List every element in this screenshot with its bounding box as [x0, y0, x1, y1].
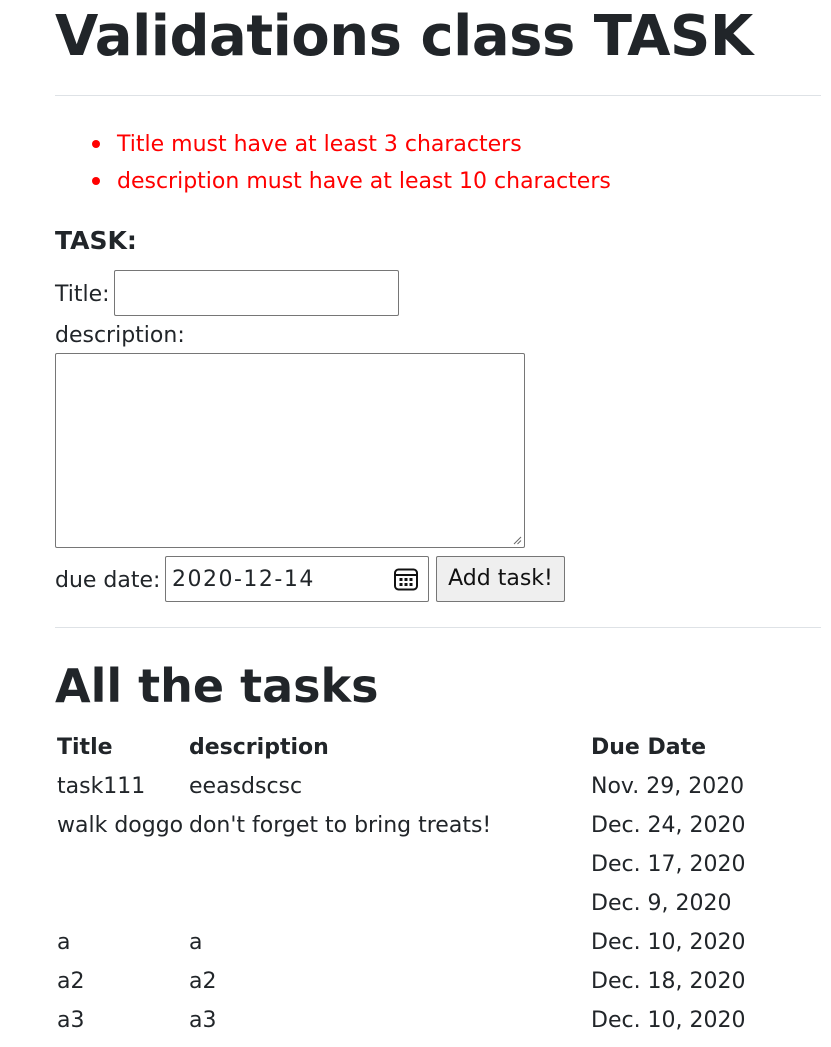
resize-grip-icon[interactable]: [512, 535, 522, 545]
error-list: Title must have at least 3 characters de…: [88, 126, 611, 200]
task-description: a2: [189, 969, 217, 994]
description-textarea[interactable]: [55, 353, 525, 548]
form-heading: TASK:: [55, 226, 137, 255]
tasks-table: Title description Due Date task111 eeasd…: [55, 728, 821, 1040]
task-description: a3: [189, 1008, 217, 1033]
task-due-date: Dec. 9, 2020: [591, 891, 732, 916]
table-row: Dec. 9, 2020: [55, 884, 821, 923]
task-description: don't forget to bring treats!: [189, 813, 492, 838]
due-date-input[interactable]: 2020-12-14: [165, 556, 429, 602]
task-title: walk doggo: [57, 813, 184, 838]
table-row: Dec. 17, 2020: [55, 845, 821, 884]
task-title: a2: [57, 969, 85, 994]
task-due-date: Dec. 10, 2020: [591, 930, 746, 955]
task-title: task111: [57, 774, 146, 799]
task-due-date: Nov. 29, 2020: [591, 774, 745, 799]
description-label: description:: [55, 323, 185, 348]
task-due-date: Dec. 10, 2020: [591, 1008, 746, 1033]
add-task-button[interactable]: Add task!: [436, 556, 565, 602]
table-row: task111 eeasdscsc Nov. 29, 2020: [55, 767, 821, 806]
title-label: Title:: [55, 282, 110, 307]
task-description: a: [189, 930, 203, 955]
column-header-description: description: [189, 735, 329, 760]
column-header-title: Title: [57, 735, 113, 760]
task-due-date: Dec. 17, 2020: [591, 852, 746, 877]
divider-top: [55, 95, 821, 96]
divider-middle: [55, 627, 821, 628]
tasks-heading: All the tasks: [55, 659, 379, 713]
task-due-date: Dec. 18, 2020: [591, 969, 746, 994]
error-item: Title must have at least 3 characters: [88, 126, 611, 163]
page-title: Validations class TASK: [55, 4, 753, 69]
task-title: a3: [57, 1008, 85, 1033]
due-date-label: due date:: [55, 568, 161, 593]
task-description: eeasdscsc: [189, 774, 303, 799]
task-due-date: Dec. 24, 2020: [591, 813, 746, 838]
table-row: a3 a3 Dec. 10, 2020: [55, 1001, 821, 1040]
calendar-icon[interactable]: [393, 566, 419, 592]
table-row: a a Dec. 10, 2020: [55, 923, 821, 962]
error-item: description must have at least 10 charac…: [88, 163, 611, 200]
due-date-value: 2020-12-14: [172, 567, 315, 592]
task-title: a: [57, 930, 71, 955]
table-header-row: Title description Due Date: [55, 728, 821, 767]
table-row: walk doggo don't forget to bring treats!…: [55, 806, 821, 845]
column-header-due-date: Due Date: [591, 735, 707, 760]
page: Validations class TASK Title must have a…: [0, 0, 831, 1047]
table-row: a2 a2 Dec. 18, 2020: [55, 962, 821, 1001]
title-input[interactable]: [114, 270, 399, 316]
